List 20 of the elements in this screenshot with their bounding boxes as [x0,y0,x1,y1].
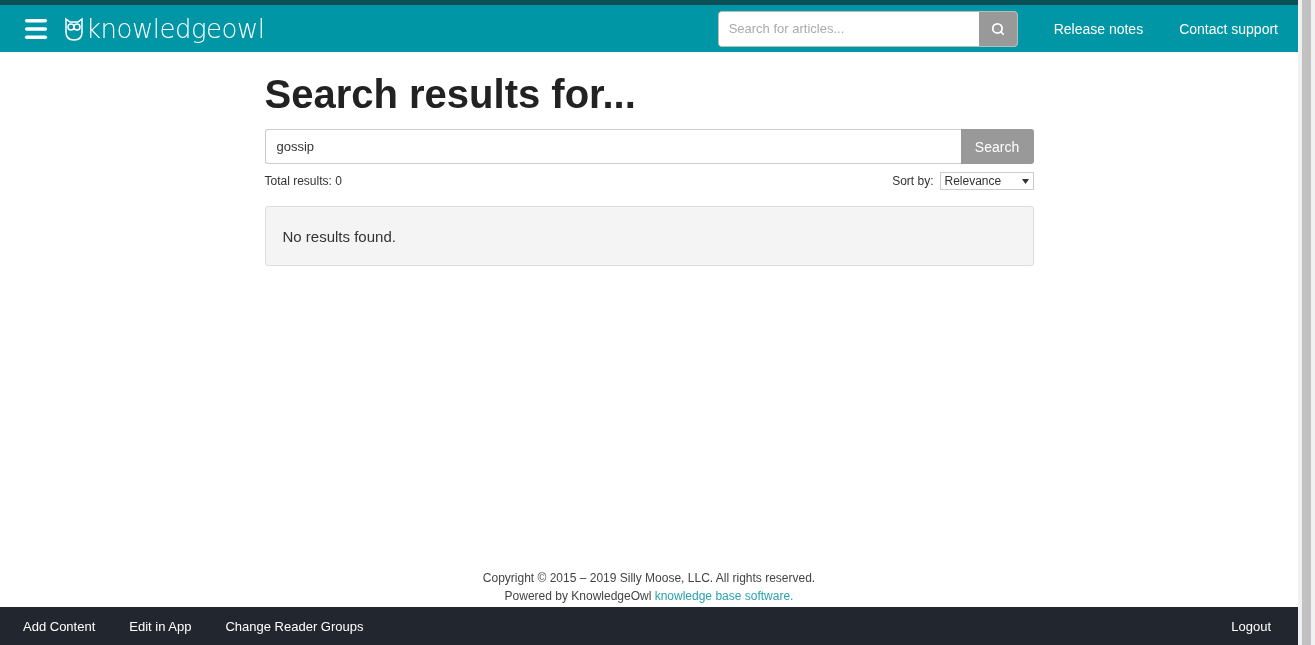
nav-link[interactable]: Release notes [1053,20,1144,37]
total-results: Total results: 0 [264,174,342,188]
sort-label: Sort by: [892,174,934,188]
powered-by-text: Powered by KnowledgeOwl knowledge base software. [504,589,794,603]
logo-text[interactable]: knowledgeowl [86,13,265,44]
admin-link[interactable]: Add Content [23,618,96,634]
owl-logo-icon [62,15,86,42]
sort-dropdown[interactable]: Relevance [939,172,1034,190]
copyright-text: Copyright © 2015 – 2019 Silly Moose, LLC. All rights reserved. [482,571,816,585]
search-button[interactable] [978,11,1017,46]
admin-link[interactable]: Edit in App [129,618,192,634]
no-results-message: No results found. [282,227,396,245]
logout-link[interactable]: Logout [1231,618,1271,634]
nav-link[interactable]: Contact support [1179,20,1278,37]
admin-link[interactable]: Change Reader Groups [225,618,364,634]
article-search-field[interactable]: Search for articles... [717,10,1018,47]
search-icon [990,21,1005,36]
page-title: Search results for... [264,72,637,117]
search-field[interactable]: gossip [264,129,961,164]
caret-icon [1021,178,1029,184]
